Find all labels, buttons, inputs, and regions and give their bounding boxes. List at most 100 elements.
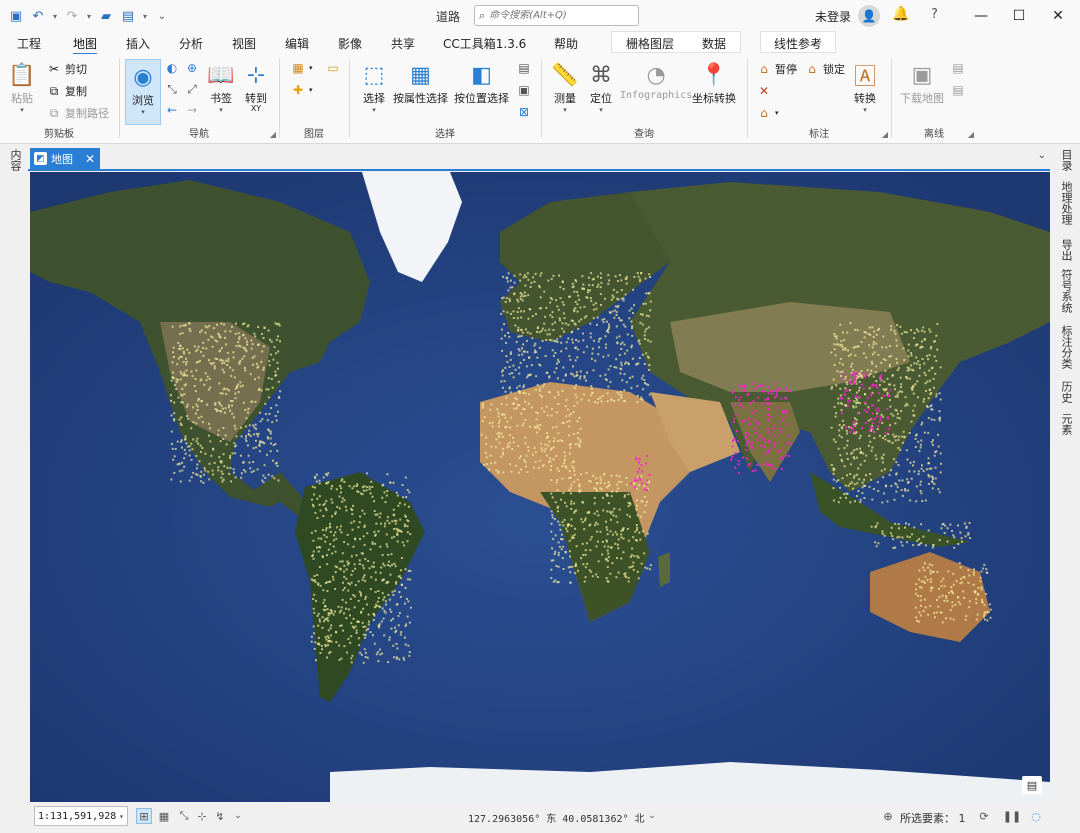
tab-project[interactable]: 工程 [17, 35, 41, 52]
redo-icon[interactable]: ↷ [62, 6, 82, 26]
tab-raster-layer[interactable]: 栅格图层 [626, 35, 674, 52]
attributes-icon[interactable]: ▤ [516, 60, 532, 76]
pause-labels-button[interactable]: ⌂ 暂停 [756, 61, 797, 77]
notification-icon[interactable]: 🔔 [892, 6, 909, 22]
zoom-layer-icon[interactable]: ⊕ [184, 60, 200, 76]
help-icon[interactable]: ? [931, 7, 938, 22]
full-extent-icon[interactable]: ◐ [164, 60, 180, 76]
elements-pane-tab[interactable]: 元素 [1058, 413, 1074, 435]
explore-button[interactable]: ◉ 浏览 ▾ [128, 62, 158, 117]
close-window-button[interactable]: ✕ [1045, 4, 1071, 28]
label-class-pane-tab[interactable]: 标注分类 [1058, 325, 1074, 369]
constraint-icon[interactable]: ⊹ [194, 808, 210, 824]
copy-path-button[interactable]: ⧉ 复制路径 [46, 105, 109, 121]
coordinate-dropdown-icon[interactable]: ⌄ [644, 808, 660, 824]
selected-features-icon[interactable]: ⊕ [880, 808, 896, 824]
close-tab-icon[interactable]: ✕ [85, 152, 95, 166]
labeling-launcher-icon[interactable]: ◢ [882, 130, 888, 139]
infographics-button[interactable]: ◔ Infographics [620, 60, 692, 102]
road-point [554, 340, 557, 343]
tab-list-chevron-icon[interactable]: ⌄ [1038, 150, 1046, 161]
scale-selector[interactable]: 1:131,591,928 ▾ [34, 806, 128, 826]
offline-launcher-icon[interactable]: ◢ [968, 130, 974, 139]
refresh-icon[interactable]: ⟳ [976, 808, 992, 824]
remove-offline-icon[interactable]: ▤ [950, 82, 966, 98]
measure-button[interactable]: 📏 测量 ▾ [550, 60, 580, 115]
navigate-launcher-icon[interactable]: ◢ [270, 130, 276, 139]
minimize-button[interactable]: — [968, 4, 994, 28]
tab-imagery[interactable]: 影像 [338, 35, 362, 52]
new-dropdown-icon[interactable]: ▾ [140, 6, 150, 26]
map-notes-icon[interactable]: ▤ [1022, 776, 1042, 794]
tab-edit[interactable]: 编辑 [285, 35, 309, 52]
snapping-icon[interactable]: ⤡ [176, 808, 192, 824]
tools-dropdown-icon[interactable]: ⌄ [230, 808, 246, 824]
lock-labels-button[interactable]: ⌂ 锁定 [804, 61, 845, 77]
road-point [534, 342, 537, 345]
select-button[interactable]: ⬚ 选择 ▾ [359, 60, 389, 115]
download-map-button[interactable]: ▣ 下载地图 [900, 60, 944, 106]
tab-cc-toolbox[interactable]: CC工具箱1.3.6 [443, 35, 526, 52]
road-point [937, 433, 939, 436]
undo-icon[interactable]: ↶ [28, 6, 48, 26]
basemap-icon[interactable]: ▦ ▾ [290, 60, 312, 76]
map-document-tab[interactable]: ◩ 地图 ✕ [30, 148, 100, 169]
add-data-icon[interactable]: ▭ [325, 60, 341, 76]
user-avatar-icon[interactable]: 👤 [858, 5, 880, 27]
catalog-pane-tab[interactable]: 目录 [1058, 149, 1074, 171]
save-icon[interactable]: ▣ [6, 6, 26, 26]
road-point [896, 486, 899, 489]
navigation-icon[interactable]: ↯ [212, 808, 228, 824]
fixed-zoom-in-icon[interactable]: ⤡ [164, 81, 180, 97]
copy-button[interactable]: ⧉ 复制 [46, 83, 87, 99]
history-pane-tab[interactable]: 历史 [1058, 381, 1074, 403]
table-icon[interactable]: ▦ [156, 808, 172, 824]
contents-pane-tab[interactable]: 内容 [7, 149, 23, 171]
convert-labels-button[interactable]: 🄰 转换 ▾ [850, 60, 880, 114]
export-pane-tab[interactable]: 导出 [1058, 239, 1074, 261]
login-status[interactable]: 未登录 [815, 8, 851, 25]
clear-selection-icon[interactable]: ⊠ [516, 104, 532, 120]
fixed-zoom-out-icon[interactable]: ⤢ [184, 81, 200, 97]
zoom-to-selection-icon[interactable]: ▣ [516, 82, 532, 98]
undo-dropdown-icon[interactable]: ▾ [50, 6, 60, 26]
geoprocessing-pane-tab[interactable]: 地理处理 [1058, 181, 1074, 225]
tab-insert[interactable]: 插入 [126, 35, 150, 52]
next-extent-icon[interactable]: → [184, 102, 200, 118]
goto-xy-button[interactable]: ⊹ 转到 XY [241, 60, 271, 114]
open-folder-icon[interactable]: ▰ [96, 6, 116, 26]
pause-drawing-icon[interactable]: ❚❚ [1003, 808, 1021, 824]
road-point [616, 391, 619, 394]
tab-data[interactable]: 数据 [702, 35, 726, 52]
command-search[interactable]: ⌕ [474, 5, 639, 26]
select-by-attributes-button[interactable]: ▦ 按属性选择 [393, 60, 448, 106]
road-point [209, 427, 211, 430]
maximize-button[interactable]: ☐ [1006, 4, 1032, 28]
previous-extent-icon[interactable]: ← [164, 102, 180, 118]
cut-button[interactable]: ✂ 剪切 [46, 61, 87, 77]
road-point [620, 348, 623, 350]
locate-button[interactable]: ⌘ 定位 ▾ [586, 60, 616, 115]
view-unplaced-icon[interactable]: ✕ [756, 83, 772, 99]
tab-view[interactable]: 视图 [232, 35, 256, 52]
symbology-pane-tab[interactable]: 符号系统 [1058, 269, 1074, 313]
road-point [739, 404, 742, 407]
paste-button[interactable]: 📋 粘贴 ▾ [7, 60, 37, 115]
command-search-input[interactable] [489, 10, 630, 21]
select-by-location-button[interactable]: ◧ 按位置选择 [454, 60, 509, 106]
tab-analysis[interactable]: 分析 [179, 35, 203, 52]
coordinate-conversion-button[interactable]: 📍 坐标转换 [692, 60, 736, 106]
tab-share[interactable]: 共享 [391, 35, 415, 52]
bookmarks-button[interactable]: 📖 书签 ▾ [206, 60, 236, 115]
map-view[interactable]: ▤ [30, 172, 1050, 802]
tab-linear-referencing[interactable]: 线性参考 [774, 35, 822, 52]
grid-snap-icon[interactable]: ⊞ [136, 808, 152, 824]
sync-icon[interactable]: ▤ [950, 60, 966, 76]
label-options-icon[interactable]: ⌂ ▾ [756, 105, 778, 121]
customize-icon[interactable]: ⌄ [152, 6, 172, 26]
redo-dropdown-icon[interactable]: ▾ [84, 6, 94, 26]
tab-map[interactable]: 地图 [73, 35, 98, 55]
add-layer-icon[interactable]: ✚ ▾ [290, 82, 313, 98]
tab-help[interactable]: 帮助 [554, 35, 578, 52]
new-project-icon[interactable]: ▤ [118, 6, 138, 26]
